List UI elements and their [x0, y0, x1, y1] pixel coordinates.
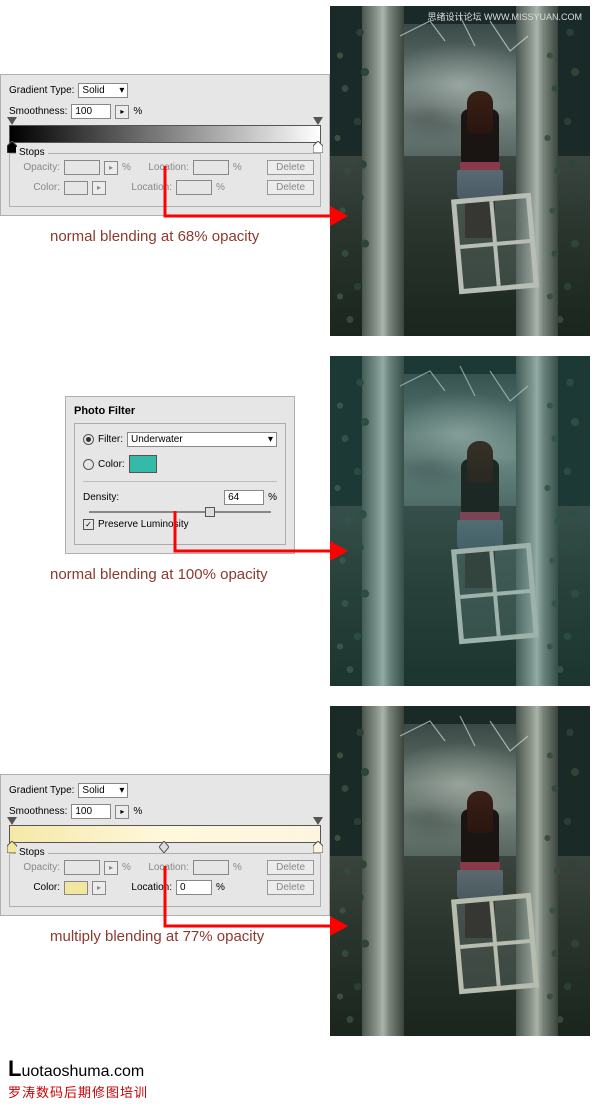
- dropdown-toggle[interactable]: ▸: [104, 161, 118, 175]
- color-swatch[interactable]: [129, 455, 157, 473]
- dropdown-toggle[interactable]: ▸: [115, 805, 129, 819]
- opacity-label: Opacity:: [16, 862, 60, 873]
- chevron-down-icon: ▾: [119, 85, 124, 96]
- dropdown-toggle[interactable]: ▸: [92, 181, 106, 195]
- color-label: Color:: [98, 459, 125, 470]
- gradient-type-label: Gradient Type:: [9, 785, 74, 796]
- density-label: Density:: [83, 492, 119, 503]
- opacity-stop[interactable]: [7, 817, 17, 825]
- stops-legend: Stops: [16, 847, 48, 858]
- gradient-type-label: Gradient Type:: [9, 85, 74, 96]
- filter-select[interactable]: Underwater▾: [127, 432, 277, 447]
- gradient-type-select[interactable]: Solid▾: [78, 83, 128, 98]
- smoothness-label: Smoothness:: [9, 806, 67, 817]
- dropdown-toggle[interactable]: ▸: [92, 881, 106, 895]
- filter-radio[interactable]: [83, 434, 94, 445]
- opacity-stop[interactable]: [7, 117, 17, 125]
- smoothness-label: Smoothness:: [9, 106, 67, 117]
- color-stop[interactable]: [313, 841, 323, 853]
- opacity-stop[interactable]: [313, 817, 323, 825]
- dropdown-toggle[interactable]: ▸: [115, 105, 129, 119]
- color-swatch[interactable]: [64, 181, 88, 195]
- opacity-stop[interactable]: [313, 117, 323, 125]
- panel-title: Photo Filter: [74, 405, 286, 417]
- arrow-icon: [160, 166, 350, 236]
- arrow-icon: [170, 511, 350, 571]
- dropdown-toggle[interactable]: ▸: [104, 861, 118, 875]
- result-image: [330, 356, 590, 686]
- percent-sign: %: [133, 106, 142, 117]
- gradient-bar[interactable]: [9, 125, 321, 143]
- stops-legend: Stops: [16, 147, 48, 158]
- color-radio[interactable]: [83, 459, 94, 470]
- result-image: [330, 706, 590, 1036]
- color-label: Color:: [16, 882, 60, 893]
- density-value[interactable]: 64: [224, 490, 264, 505]
- watermark: Luotaoshuma.com 罗涛数码后期修图培训: [8, 1056, 600, 1101]
- chevron-down-icon: ▾: [268, 434, 273, 445]
- percent-sign: %: [133, 806, 142, 817]
- chevron-down-icon: ▾: [119, 785, 124, 796]
- color-label: Color:: [16, 182, 60, 193]
- color-swatch[interactable]: [64, 881, 88, 895]
- filter-label: Filter:: [98, 434, 123, 445]
- opacity-label: Opacity:: [16, 162, 60, 173]
- opacity-input[interactable]: [64, 860, 100, 875]
- result-image: 思绪设计论坛 WWW.MISSYUAN.COM: [330, 6, 590, 336]
- color-stop[interactable]: [313, 141, 323, 153]
- opacity-input[interactable]: [64, 160, 100, 175]
- percent-sign: %: [268, 492, 277, 503]
- gradient-type-select[interactable]: Solid▾: [78, 783, 128, 798]
- smoothness-input[interactable]: [71, 104, 111, 119]
- midpoint[interactable]: [159, 841, 169, 853]
- smoothness-input[interactable]: [71, 804, 111, 819]
- arrow-icon: [160, 866, 350, 946]
- preserve-checkbox[interactable]: ✓: [83, 519, 94, 530]
